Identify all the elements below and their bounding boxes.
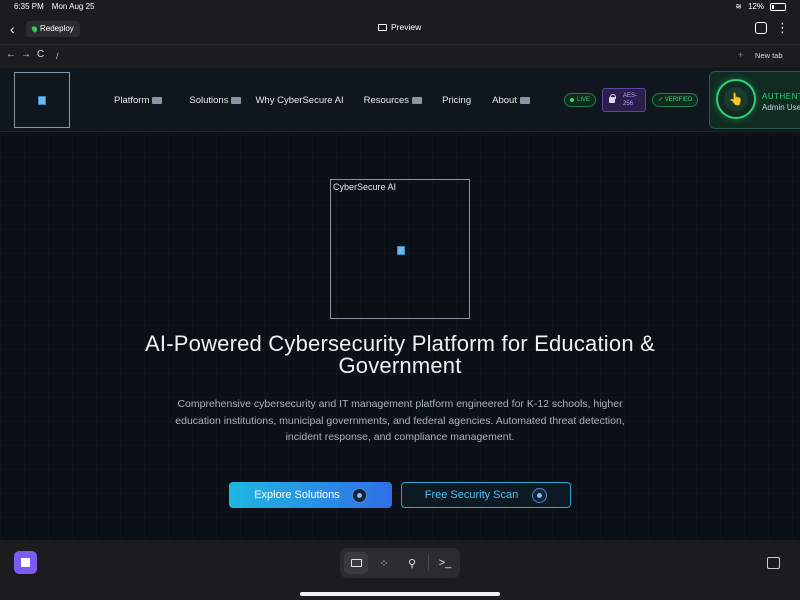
browser-back-icon[interactable]: ←	[6, 49, 16, 60]
dropdown-icon	[231, 97, 242, 104]
status-time: 6:35 PM	[14, 2, 44, 11]
pin-view-button[interactable]: ⚲	[400, 552, 424, 574]
new-tab-button[interactable]: New tab	[755, 51, 783, 60]
verified-badge: ✓ VERIFIED	[652, 93, 699, 107]
dropdown-icon	[412, 97, 423, 104]
nav-link-pricing[interactable]: Pricing	[442, 95, 471, 106]
hero-image: CyberSecure AI	[330, 179, 470, 319]
grid-icon: ⁘	[379, 557, 389, 570]
explore-solutions-button[interactable]: Explore Solutions	[229, 482, 392, 508]
hero-title: AI-Powered Cybersecurity Platform for Ed…	[145, 331, 655, 378]
lock-icon	[609, 94, 616, 103]
button-label: Free Security Scan	[424, 489, 519, 501]
fingerprint-icon: 👆	[724, 87, 748, 111]
monitor-icon	[350, 559, 362, 567]
more-icon[interactable]: ⋮	[776, 20, 789, 36]
nav-label: Pricing	[442, 95, 472, 106]
battery-percent: 12%	[747, 2, 764, 11]
live-badge: LIVE	[564, 93, 597, 107]
terminal-icon: >_	[438, 557, 452, 569]
aes-label: AES-256	[623, 93, 638, 107]
grid-view-button[interactable]: ⁘	[372, 552, 396, 574]
check-icon: ✓	[658, 97, 665, 103]
nav-links: Platform Solutions Why CyberSecure AI Re…	[114, 95, 530, 106]
nav-label: Solutions	[189, 95, 229, 106]
redeploy-button[interactable]: Redeploy	[26, 21, 80, 37]
auth-title: AUTHENTICATED	[762, 92, 800, 101]
home-indicator	[300, 592, 500, 596]
view-switcher: ⁘ ⚲ >_	[340, 548, 460, 578]
location-pin-icon	[30, 25, 39, 33]
dropdown-icon	[519, 97, 530, 104]
nav-link-platform[interactable]: Platform	[114, 95, 163, 106]
reload-icon[interactable]: C	[37, 49, 44, 60]
live-label: LIVE	[577, 97, 591, 103]
nav-link-resources[interactable]: Resources	[363, 95, 423, 106]
add-tab-icon[interactable]: +	[738, 50, 743, 60]
auth-status-card[interactable]: 👆 AUTHENTICATED Admin User	[709, 71, 800, 129]
shield-icon	[351, 487, 367, 503]
pin-icon: ⚲	[407, 557, 417, 570]
radar-icon	[532, 487, 548, 503]
nav-label: Platform	[114, 95, 150, 106]
aes-badge: AES-256	[602, 88, 646, 112]
browser-forward-icon[interactable]: →	[21, 49, 31, 60]
stop-button[interactable]	[14, 551, 37, 574]
hero-image-alt: CyberSecure AI	[333, 182, 397, 192]
auth-ring: 👆	[716, 79, 756, 119]
preview-label: Preview	[391, 22, 422, 32]
nav-label: Why CyberSecure AI	[255, 95, 344, 106]
wifi-icon: ≋	[735, 2, 742, 11]
dropdown-icon	[152, 97, 163, 104]
broken-image-icon	[397, 246, 405, 255]
site-navigation: Platform Solutions Why CyberSecure AI Re…	[0, 68, 800, 132]
site-logo[interactable]	[14, 72, 70, 128]
status-date: Mon Aug 25	[51, 2, 95, 11]
console-button[interactable]: >_	[433, 552, 457, 574]
nav-link-about[interactable]: About	[492, 95, 530, 106]
button-label: Explore Solutions	[254, 489, 340, 501]
stop-icon	[21, 558, 30, 567]
monitor-icon	[378, 23, 387, 31]
redeploy-label: Redeploy	[40, 24, 74, 33]
tabs-icon[interactable]	[755, 22, 767, 34]
hero-description: Comprehensive cybersecurity and IT manag…	[175, 398, 625, 443]
verified-label: VERIFIED	[664, 97, 693, 103]
desktop-view-button[interactable]	[344, 552, 368, 574]
status-bar: 6:35 PM Mon Aug 25 ≋ 12%	[0, 0, 800, 14]
preview-button[interactable]: Preview	[378, 22, 421, 32]
broken-image-icon	[38, 95, 46, 105]
divider	[428, 555, 429, 571]
battery-icon	[770, 2, 786, 11]
bottom-dock: ⁘ ⚲ >_	[0, 540, 800, 600]
nav-label: About	[492, 95, 517, 106]
nav-link-why[interactable]: Why CyberSecure AI	[255, 95, 343, 106]
split-view-icon[interactable]	[767, 557, 780, 569]
free-security-scan-button[interactable]: Free Security Scan	[401, 482, 571, 508]
nav-label: Resources	[363, 95, 410, 106]
url-bar: ← → C / + New tab	[0, 44, 800, 68]
url-input[interactable]: /	[56, 51, 59, 61]
back-button[interactable]: ‹	[10, 21, 24, 37]
auth-user: Admin User	[762, 103, 800, 112]
hero-section: CyberSecure AI AI-Powered Cybersecurity …	[0, 133, 800, 540]
nav-link-solutions[interactable]: Solutions	[189, 95, 242, 106]
live-dot-icon	[570, 98, 574, 102]
app-header: ‹ Redeploy Preview ⋮	[0, 14, 800, 44]
